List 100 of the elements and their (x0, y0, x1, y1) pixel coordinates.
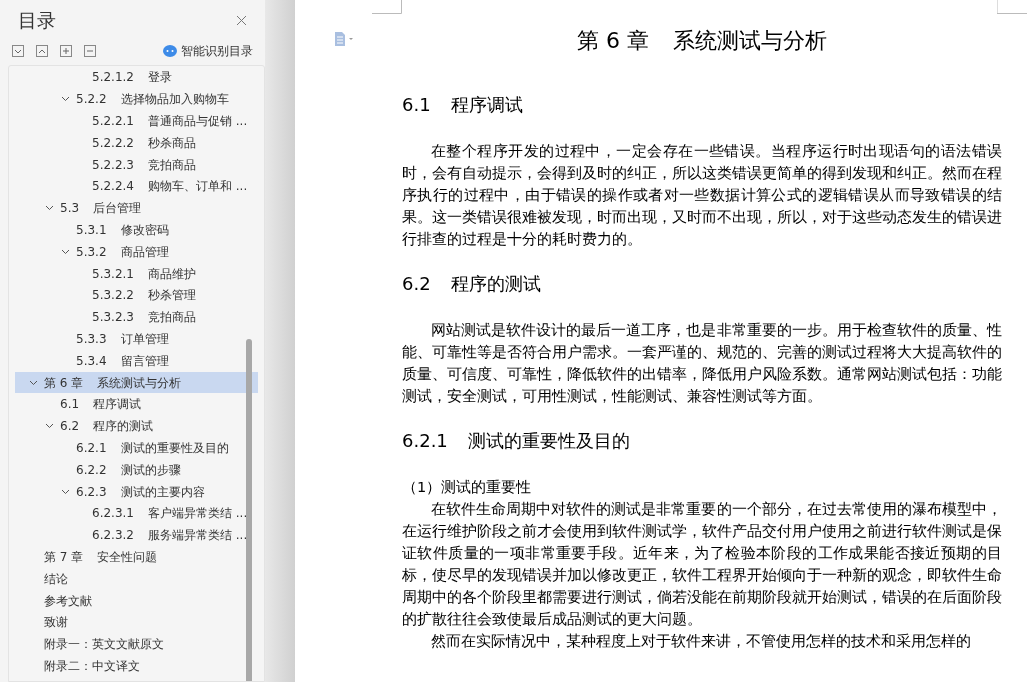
toc-title: 安全性问题 (97, 548, 158, 566)
toc-title: 程序的测试 (93, 418, 154, 436)
collapse-down-icon[interactable] (12, 44, 24, 57)
chevron-down-icon[interactable] (29, 379, 38, 386)
toc-item[interactable]: 6.2 程序的测试 (15, 415, 258, 438)
toc-title: 程序调试 (93, 396, 142, 414)
toc-number: 5.3.4 (76, 352, 107, 370)
page-corner-mark (372, 0, 402, 14)
toc-number: 6.2.2 (76, 461, 107, 479)
toc-item[interactable]: 5.2.2.3 竞拍商品 (15, 153, 258, 176)
toc-item[interactable]: 5.3.2 商品管理 (15, 240, 258, 263)
toc-item[interactable]: 5.3.4 留言管理 (15, 349, 258, 372)
toc-item[interactable]: 5.2.1.2 登录 (15, 66, 258, 89)
toc-title: 测试的主要内容 (120, 483, 205, 501)
toc-number: 5.2.2.2 (92, 134, 134, 152)
toc-item[interactable]: 6.2.3.1 客户端异常类结 ... (15, 502, 258, 525)
toc-item[interactable]: 5.2.2.1 普通商品与促销 ... (15, 110, 258, 132)
toc-item[interactable]: 参考文献 (15, 589, 258, 612)
toc-item[interactable]: 6.2.3 测试的主要内容 (15, 480, 258, 503)
toc-title: 商品维护 (148, 265, 196, 283)
chevron-down-icon[interactable] (61, 96, 70, 103)
sidebar-title: 目录 (18, 8, 56, 33)
section-number: 6.2.1 (402, 429, 448, 453)
close-icon[interactable] (236, 14, 247, 26)
collapse-up-icon[interactable] (36, 44, 48, 57)
toc-number: 第 6 章 (44, 374, 84, 392)
paragraph: 在整个程序开发的过程中，一定会存在一些错误。当程序运行时出现语句的语法错误时，会有自动提示，会得到及时的纠正，所以这类错误更简单的得到发现和纠正。然而在程序执行的过程中，由于错误的操作或者对一些数据计算公式的逻辑错误从而导致错误的结果。这一类错误很难被发现，时而出现，又时而不出现，所以，对于这些动态发生的错误进行排查的过程是十分的耗时费力的。 (402, 142, 1002, 249)
scrollbar-thumb[interactable] (246, 338, 252, 681)
toc-title: 致谢 (44, 614, 68, 632)
toc-number: 6.2.1 (76, 439, 107, 457)
toc-item[interactable]: 5.3.1 修改密码 (15, 219, 258, 241)
section-heading: 程序调试 (450, 93, 523, 117)
toc-number: 6.2.3.1 (92, 505, 134, 523)
toc-title: 附录二：中文译文 (44, 657, 140, 675)
toc-title: 普通商品与促销 ... (148, 113, 248, 130)
chevron-down-icon[interactable] (61, 488, 70, 495)
toc-item[interactable]: 结论 (15, 567, 258, 590)
toc-number: 5.3.2.3 (92, 309, 134, 327)
toc-number: 5.3.2 (76, 243, 107, 261)
toc-title: 选择物品加入购物车 (120, 91, 229, 109)
toc-item[interactable]: 5.3.2.1 商品维护 (15, 262, 258, 285)
toc-number: 5.3.3 (76, 330, 107, 348)
toc-title: 秒杀管理 (148, 287, 196, 305)
toc-item[interactable]: 5.3.3 订单管理 (15, 328, 258, 350)
cloud-icon (163, 44, 177, 57)
expand-all-icon[interactable] (60, 44, 72, 57)
toc-title: 参考文献 (44, 592, 92, 610)
toc-item[interactable]: 6.2.3.2 服务端异常类结 ... (15, 524, 258, 547)
toc-item[interactable]: 5.3.2.3 竞拍商品 (15, 306, 258, 329)
toc-number: 5.2.1.2 (92, 69, 134, 87)
toc-title: 修改密码 (120, 221, 169, 239)
toc-title: 购物车、订单和 ... (148, 178, 248, 196)
toc-number: 5.2.2.4 (92, 178, 134, 196)
toc-item[interactable]: 5.2.2.2 秒杀商品 (15, 131, 258, 154)
toc-title: 后台管理 (93, 200, 142, 218)
toc-number: 第 7 章 (44, 548, 84, 566)
toc-title: 商品管理 (120, 243, 169, 261)
smart-toc-button[interactable]: 智能识别目录 (163, 41, 253, 60)
paragraph: 网站测试是软件设计的最后一道工序，也是非常重要的一步。用于检查软件的质量、性能、可靠性等是否符合用户需求。一套严谨的、规范的、完善的测试过程将大大提高软件的质量、可信度、可靠性，降低软件的出错率，降低用户风险系数。通常网站测试包括：功能测试，安全测试，可用性测试，性能测试、兼容性测试等方面。 (402, 321, 1002, 406)
toc-title: 服务端异常类结 ... (148, 527, 248, 545)
toc-title: 竞拍商品 (148, 309, 196, 327)
toc-item[interactable]: 6.1 程序调试 (15, 393, 258, 416)
toc-title: 系统测试与分析 (97, 374, 182, 392)
toc-item[interactable]: 附录一：英文文献原文 (15, 633, 258, 655)
paragraph: 在软件生命周期中对软件的测试是非常重要的一个部分，在过去常使用的瀑布模型中，在运行维护阶段之前才会使用到软件测试学，软件产品交付用户使用之前进行软件测试是保证软件质量的一项非常重要手段。近年来，为了检验本阶段的工作成果能否接近预期的目标，使尽早的发现错误并加以修改更正，软件工程界开始倾向于一种新的观念，即软件生命周期中的各个阶段里都需要进行测试，倘若没能在前期阶段就开始测试，错误的在后面阶段的扩散往往会致使最后成品测试的更大问题。 (402, 500, 1002, 629)
toc-item[interactable]: 6.2.1 测试的重要性及目的 (15, 437, 258, 459)
toc-item[interactable]: 5.3 后台管理 (15, 197, 258, 220)
toc-number: 5.3.2.1 (92, 265, 134, 283)
toc-item[interactable]: 致谢 (15, 611, 258, 634)
toc-number: 6.2.3.2 (92, 527, 134, 545)
toc-title: 附录一：英文文献原文 (44, 636, 164, 654)
chevron-down-icon[interactable] (45, 423, 54, 430)
toc-item[interactable]: 5.3.2.2 秒杀管理 (15, 284, 258, 307)
toc-number: 5.3 (60, 200, 80, 218)
chevron-down-icon[interactable] (45, 205, 54, 212)
section-heading: 测试的重要性及目的 (467, 429, 630, 453)
toc-item[interactable]: 6.2.2 测试的步骤 (15, 458, 258, 481)
toc-item[interactable]: 第 6 章 系统测试与分析 (15, 371, 258, 394)
paragraph: 然而在实际情况中，某种程度上对于软件来讲，不管使用怎样的技术和采用怎样的 (430, 632, 972, 651)
toc-number: 6.2.3 (76, 483, 107, 501)
section-number: 6.1 (402, 93, 431, 117)
toc-item[interactable]: 第 7 章 安全性问题 (15, 546, 258, 568)
collapse-all-icon[interactable] (84, 44, 96, 57)
toc-title: 留言管理 (120, 352, 169, 370)
toc-number: 6.2 (60, 418, 80, 436)
toc-number: 5.2.2 (76, 91, 107, 109)
toc-number: 5.2.2.3 (92, 156, 134, 174)
toc-item[interactable]: 5.2.2 选择物品加入购物车 (15, 88, 258, 111)
page-corner-mark (997, 0, 1027, 14)
toc-title: 登录 (148, 69, 172, 87)
toc-title: 结论 (44, 570, 68, 588)
section-heading: 程序的测试 (450, 272, 541, 296)
chevron-down-icon[interactable] (61, 248, 70, 255)
toc-item[interactable]: 5.2.2.4 购物车、订单和 ... (15, 175, 258, 198)
toc-number: 5.3.2.2 (92, 287, 134, 305)
toc-title: 测试的重要性及目的 (120, 439, 229, 457)
toc-number: 5.2.2.1 (92, 113, 134, 130)
toc-item[interactable]: 附录二：中文译文 (15, 655, 258, 677)
toc-title: 秒杀商品 (148, 134, 196, 152)
section-number: 6.2 (402, 272, 431, 296)
